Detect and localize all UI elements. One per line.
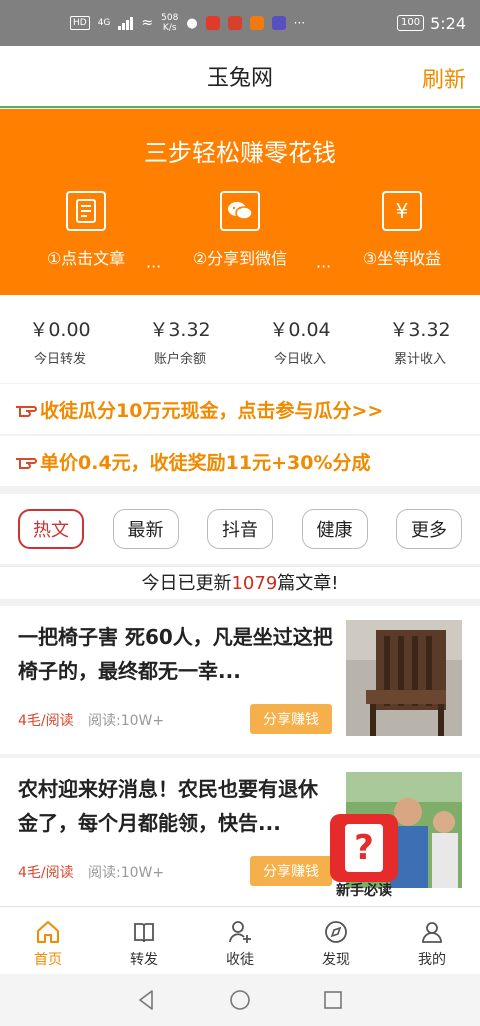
pointing-hand-icon — [14, 401, 38, 417]
refresh-button[interactable]: 刷新 — [422, 62, 466, 94]
stat-value: ￥3.32 — [149, 319, 211, 341]
newbie-guide-label: 新手必读 — [336, 883, 392, 899]
clock: 5:24 — [430, 13, 466, 33]
stat-value: ￥3.32 — [389, 319, 451, 341]
step-label: ①点击文章 — [46, 249, 126, 268]
article-reads: 阅读:10W+ — [88, 713, 165, 729]
stat-today-income[interactable]: ￥0.04 今日收入 — [240, 295, 360, 383]
nav-label: 首页 — [34, 952, 62, 968]
article-card[interactable]: 一把椅子害 死60人，凡是坐过这把椅子的，最终都无一幸... 4毛/阅读 阅读:… — [0, 606, 480, 754]
banner-title: 三步轻松赚零花钱 — [144, 139, 336, 167]
home-circle-icon[interactable] — [228, 988, 252, 1012]
step-separator: ··· — [146, 257, 162, 276]
book-icon — [134, 923, 154, 943]
promo-price-info[interactable]: 单价0.4元，收徒奖励11元+30%分成 — [0, 436, 480, 486]
article-icon — [66, 191, 106, 231]
share-earn-button[interactable]: 分享赚钱 — [250, 856, 332, 886]
article-title[interactable]: 一把椅子害 死60人，凡是坐过这把椅子的，最终都无一幸... — [18, 620, 336, 688]
wifi-icon: ≈ — [141, 15, 154, 31]
network-speed: 508 K/s — [161, 13, 179, 33]
nav-label: 收徒 — [226, 952, 254, 968]
stat-value: ￥0.04 — [269, 319, 331, 341]
pointing-hand-icon — [14, 453, 38, 469]
newbie-guide-button[interactable]: ? 新手必读 — [330, 814, 398, 904]
nav-discover[interactable]: 发现 — [288, 907, 384, 974]
share-earn-button[interactable]: 分享赚钱 — [250, 704, 332, 734]
yen-icon: ¥ — [382, 191, 422, 231]
step-label: ③坐等收益 — [362, 249, 442, 268]
update-count: 1079 — [231, 573, 278, 594]
tab-hot[interactable]: 热文 — [18, 509, 84, 549]
tab-latest[interactable]: 最新 — [112, 509, 179, 549]
app-icon-1 — [205, 16, 220, 30]
stat-total-income[interactable]: ￥3.32 累计收入 — [360, 295, 480, 383]
user-add-icon — [229, 921, 251, 943]
article-title[interactable]: 农村迎来好消息！农民也要有退休金了，每个月都能领，快告... — [18, 772, 336, 840]
nav-apprentice[interactable]: 收徒 — [192, 907, 288, 974]
wechat-icon — [220, 191, 260, 231]
step-wait-earnings[interactable]: ¥ ③坐等收益 — [342, 191, 462, 269]
network-type: 4G — [97, 18, 111, 28]
page-title: 玉兔网 — [206, 66, 273, 91]
app-icon-3 — [249, 16, 264, 30]
step-click-article[interactable]: ①点击文章 — [26, 191, 146, 269]
steps-banner: 三步轻松赚零花钱 ①点击文章 ··· ②分享到微信 ··· ¥ ③坐等收益 — [0, 109, 480, 295]
battery-icon: 100 — [396, 15, 425, 31]
person-icon — [422, 922, 442, 943]
article-price: 4毛/阅读 — [18, 865, 74, 881]
stat-label: 今日收入 — [273, 352, 326, 367]
article-price: 4毛/阅读 — [18, 713, 74, 729]
stat-label: 今日转发 — [33, 352, 86, 367]
nav-profile[interactable]: 我的 — [384, 907, 480, 974]
home-icon — [37, 921, 59, 943]
recents-icon[interactable] — [321, 988, 345, 1012]
compass-icon — [325, 921, 347, 943]
bottom-nav: 首页 转发 收徒 发现 我的 — [0, 906, 480, 974]
question-badge: ? — [330, 814, 398, 882]
step-label: ②分享到微信 — [192, 249, 288, 268]
category-tabs: 热文 最新 抖音 健康 更多 — [0, 494, 480, 564]
tab-more[interactable]: 更多 — [396, 509, 462, 549]
earnings-stats: ￥0.00 今日转发 ￥3.32 账户余额 ￥0.04 今日收入 ￥3.32 累… — [0, 295, 480, 383]
nav-label: 转发 — [130, 952, 158, 968]
tab-health[interactable]: 健康 — [301, 509, 368, 549]
app-icon-2 — [227, 16, 242, 30]
stat-today-forward[interactable]: ￥0.00 今日转发 — [0, 295, 120, 383]
nav-home[interactable]: 首页 — [0, 907, 96, 974]
app-header: 玉兔网 刷新 — [0, 46, 480, 108]
nav-forward[interactable]: 转发 — [96, 907, 192, 974]
stat-label: 累计收入 — [393, 352, 446, 367]
stat-value: ￥0.00 — [29, 319, 91, 341]
stat-label: 账户余额 — [153, 352, 206, 367]
qq-icon: ● — [186, 15, 198, 31]
hd-indicator: HD — [70, 16, 90, 30]
back-icon[interactable] — [135, 988, 159, 1012]
stat-balance[interactable]: ￥3.32 账户余额 — [120, 295, 240, 383]
system-nav-bar — [0, 974, 480, 1026]
promo-text: 单价0.4元，收徒奖励11元+30%分成 — [40, 451, 371, 474]
article-card[interactable]: 农村迎来好消息！农民也要有退休金了，每个月都能领，快告... 4毛/阅读 阅读:… — [0, 758, 480, 906]
more-notifications-icon: ··· — [293, 16, 306, 30]
update-count-banner: 今日已更新1079篇文章! — [0, 566, 480, 600]
question-mark-icon: ? — [345, 824, 383, 872]
article-reads: 阅读:10W+ — [88, 865, 165, 881]
step-share-wechat[interactable]: ②分享到微信 — [180, 191, 300, 269]
status-bar: HD 4G ≈ 508 K/s ● ··· 100 5:24 — [0, 0, 480, 46]
promo-apprentice-link[interactable]: 收徒瓜分10万元现金，点击参与瓜分>> — [0, 384, 480, 434]
signal-icon — [118, 16, 134, 30]
tab-douyin[interactable]: 抖音 — [207, 509, 273, 549]
promo-text: 收徒瓜分10万元现金，点击参与瓜分>> — [40, 399, 384, 422]
app-icon-4 — [271, 16, 286, 30]
nav-label: 我的 — [418, 952, 446, 968]
article-thumbnail[interactable] — [346, 620, 462, 736]
nav-label: 发现 — [322, 952, 350, 968]
step-separator: ··· — [316, 257, 332, 276]
